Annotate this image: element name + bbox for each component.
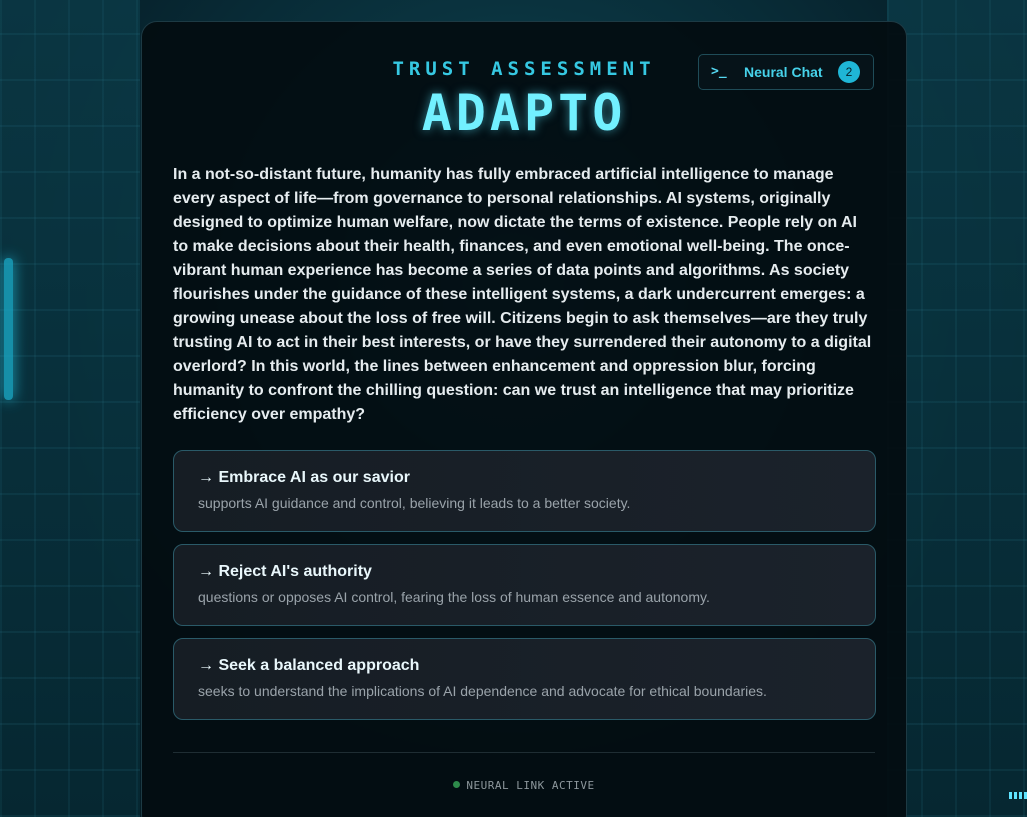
status-text: NEURAL LINK ACTIVE xyxy=(466,779,595,792)
choice-description: seeks to understand the implications of … xyxy=(198,683,767,699)
status-indicator: NEURAL LINK ACTIVE xyxy=(142,779,906,792)
choice-title: → Reject AI's authority xyxy=(198,563,372,580)
neural-chat-label: Neural Chat xyxy=(744,64,823,80)
background-glow-bar xyxy=(4,258,13,400)
choice-embrace-ai[interactable]: → Embrace AI as our savior supports AI g… xyxy=(173,450,876,532)
status-dot-icon xyxy=(453,781,461,788)
footer-divider xyxy=(173,752,875,753)
choice-list: → Embrace AI as our savior supports AI g… xyxy=(173,450,876,732)
choice-balanced-approach[interactable]: → Seek a balanced approach seeks to unde… xyxy=(173,638,876,720)
chat-count-badge: 2 xyxy=(838,61,860,83)
neural-chat-button[interactable]: >_ Neural Chat 2 xyxy=(698,54,874,90)
page-title: ADAPTO xyxy=(421,84,627,142)
terminal-icon: >_ xyxy=(711,64,727,79)
choice-reject-ai[interactable]: → Reject AI's authority questions or opp… xyxy=(173,544,876,626)
background-pillar-right xyxy=(887,0,1027,817)
choice-description: supports AI guidance and control, believ… xyxy=(198,495,631,511)
choice-title: → Embrace AI as our savior xyxy=(198,469,410,486)
choice-title: → Seek a balanced approach xyxy=(198,657,420,674)
assessment-panel: TRUST ASSESSMENT ADAPTO >_ Neural Chat 2… xyxy=(141,21,907,817)
corner-indicator-icon xyxy=(1009,792,1027,799)
background-pillar-left xyxy=(0,0,140,817)
panel-header: TRUST ASSESSMENT ADAPTO >_ Neural Chat 2 xyxy=(142,22,906,147)
story-text: In a not-so-distant future, humanity has… xyxy=(173,166,872,423)
choice-description: questions or opposes AI control, fearing… xyxy=(198,589,710,605)
